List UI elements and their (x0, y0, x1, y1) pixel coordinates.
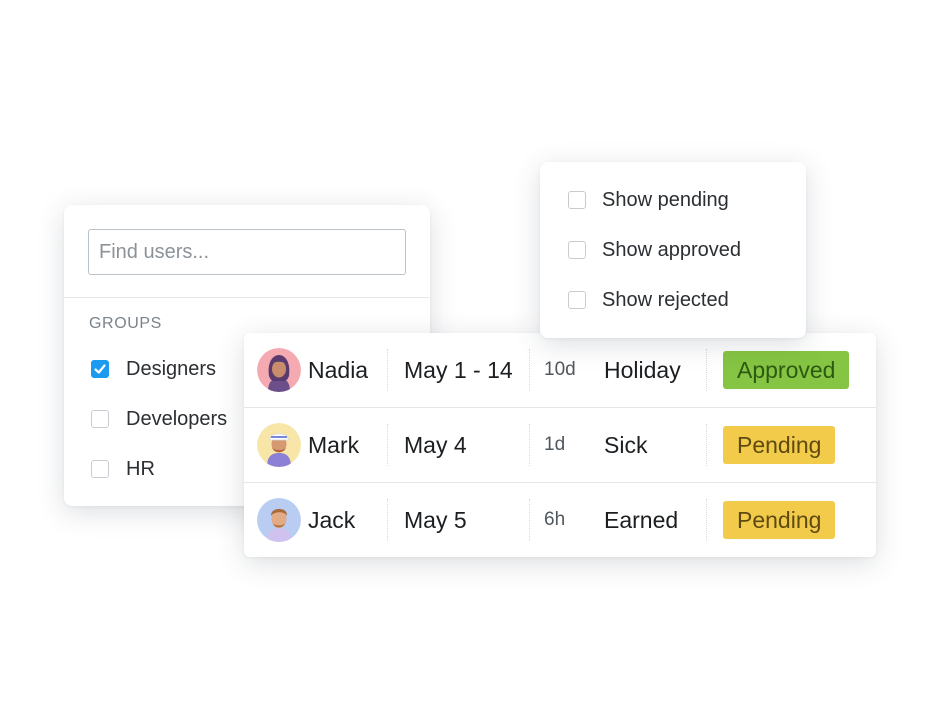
status-filter-menu: Show pending Show approved Show rejected (540, 162, 806, 338)
column-divider (706, 424, 707, 466)
leave-duration: 10d (544, 359, 576, 380)
employee-name: Mark (308, 431, 360, 458)
column-divider (387, 349, 388, 391)
groups-heading: GROUPS (89, 315, 162, 332)
leave-dates: May 4 (404, 431, 467, 458)
leave-type: Sick (604, 431, 648, 458)
checkbox[interactable] (568, 191, 586, 209)
filter-option-rejected[interactable]: Show rejected (568, 288, 729, 312)
avatar-man-icon (257, 498, 301, 542)
column-divider (529, 424, 530, 466)
employee-name: Nadia (308, 356, 369, 383)
checkbox[interactable] (568, 241, 586, 259)
filter-label: Show approved (602, 238, 741, 261)
checkbox-checked[interactable] (91, 360, 109, 378)
column-divider (387, 499, 388, 541)
group-option-hr[interactable]: HR (91, 457, 155, 481)
status-badge[interactable]: Pending (723, 501, 836, 539)
checkbox[interactable] (568, 291, 586, 309)
search-container (64, 205, 430, 298)
leave-type: Earned (604, 506, 679, 533)
group-option-developers[interactable]: Developers (91, 407, 227, 431)
status-badge[interactable]: Pending (723, 426, 836, 464)
column-divider (529, 499, 530, 541)
table-row[interactable]: Jack May 5 6h Earned Pending (244, 483, 876, 557)
avatar-woman-icon (257, 348, 301, 392)
search-users-input[interactable] (88, 229, 406, 275)
avatar-man-cap-icon (257, 423, 301, 467)
leave-dates: May 1 - 14 (404, 356, 513, 383)
filter-option-approved[interactable]: Show approved (568, 238, 741, 262)
column-divider (706, 349, 707, 391)
timeoff-requests-table: Nadia May 1 - 14 10d Holiday Approved Ma… (244, 333, 876, 557)
group-label: Designers (126, 357, 217, 380)
employee-name: Jack (308, 506, 356, 533)
leave-duration: 6h (544, 509, 566, 530)
filter-label: Show pending (602, 188, 729, 211)
filter-label: Show rejected (602, 288, 729, 311)
leave-duration: 1d (544, 434, 566, 455)
table-row[interactable]: Nadia May 1 - 14 10d Holiday Approved (244, 333, 876, 408)
group-label: Developers (126, 407, 228, 430)
checkbox[interactable] (91, 410, 109, 428)
status-badge[interactable]: Approved (723, 351, 850, 389)
column-divider (706, 499, 707, 541)
table-row[interactable]: Mark May 4 1d Sick Pending (244, 408, 876, 483)
checkbox[interactable] (91, 460, 109, 478)
group-label: HR (126, 457, 155, 480)
leave-type: Holiday (604, 356, 681, 383)
filter-option-pending[interactable]: Show pending (568, 188, 729, 212)
leave-dates: May 5 (404, 506, 467, 533)
checkmark-icon (94, 364, 106, 374)
column-divider (529, 349, 530, 391)
group-option-designers[interactable]: Designers (91, 357, 216, 381)
column-divider (387, 424, 388, 466)
